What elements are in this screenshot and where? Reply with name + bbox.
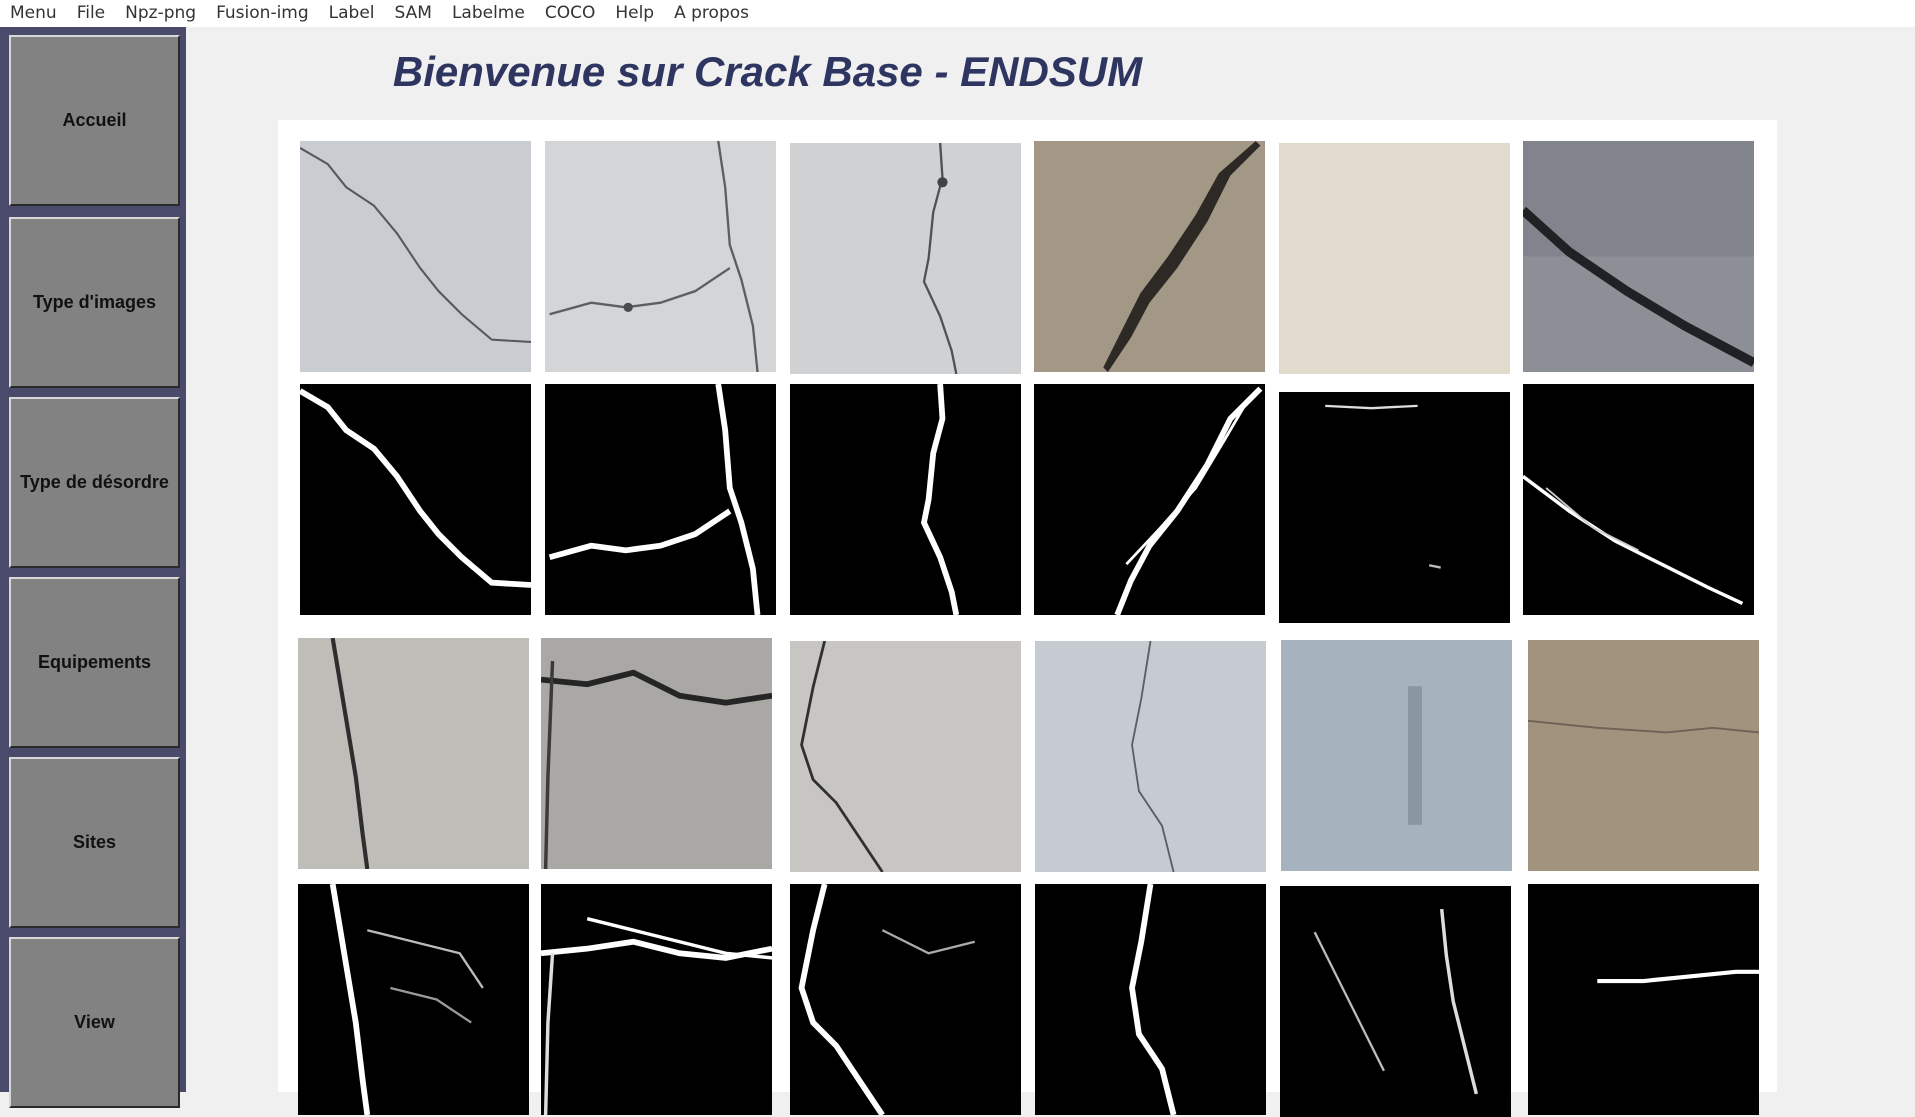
- crack-mask-7: [298, 884, 529, 1115]
- sidebar: Accueil Type d'images Type de désordre E…: [0, 27, 186, 1108]
- nav-button-type-images[interactable]: Type d'images: [9, 217, 180, 388]
- menu-item-file[interactable]: File: [67, 0, 115, 27]
- crack-photo-1: [300, 141, 531, 372]
- menu-item-coco[interactable]: COCO: [535, 0, 606, 27]
- crack-photo-6: [1523, 141, 1754, 372]
- menu-bar: Menu File Npz-png Fusion-img Label SAM L…: [0, 0, 1915, 27]
- crack-mask-12: [1528, 884, 1759, 1115]
- menu-item-npz-png[interactable]: Npz-png: [115, 0, 206, 27]
- nav-button-accueil[interactable]: Accueil: [9, 35, 180, 206]
- crack-photo-8: [541, 638, 772, 869]
- menu-item-a-propos[interactable]: A propos: [664, 0, 759, 27]
- nav-button-view[interactable]: View: [9, 937, 180, 1108]
- menu-item-label[interactable]: Label: [319, 0, 385, 27]
- crack-mask-5: [1279, 392, 1510, 623]
- crack-photo-5: [1279, 143, 1510, 374]
- nav-button-sites[interactable]: Sites: [9, 757, 180, 928]
- crack-mask-9: [790, 884, 1021, 1115]
- crack-mask-8: [541, 884, 772, 1115]
- crack-mask-6: [1523, 384, 1754, 615]
- crack-photo-7: [298, 638, 529, 869]
- crack-photo-4: [1034, 141, 1265, 372]
- crack-mask-11: [1280, 886, 1511, 1117]
- page-title-text: Bienvenue sur Crack Base - ENDSUM: [392, 48, 1143, 95]
- crack-photo-12: [1528, 640, 1759, 871]
- crack-photo-10: [1035, 641, 1266, 872]
- crack-mask-1: [300, 384, 531, 615]
- crack-mask-10: [1035, 884, 1266, 1115]
- crack-mask-2: [545, 384, 776, 615]
- menu-item-sam[interactable]: SAM: [385, 0, 442, 27]
- menu-item-fusion-img[interactable]: Fusion-img: [206, 0, 319, 27]
- crack-photo-2: [545, 141, 776, 372]
- crack-photo-3: [790, 143, 1021, 374]
- menu-item-labelme[interactable]: Labelme: [442, 0, 535, 27]
- crack-mask-3: [790, 384, 1021, 615]
- crack-photo-9: [790, 641, 1021, 872]
- page-title: Bienvenue sur Crack Base - ENDSUM: [186, 48, 1915, 96]
- crack-mask-4: [1034, 384, 1265, 615]
- nav-button-type-desordre[interactable]: Type de désordre: [9, 397, 180, 568]
- nav-button-equipements[interactable]: Equipements: [9, 577, 180, 748]
- crack-image-grid: [278, 120, 1777, 1117]
- menu-item-menu[interactable]: Menu: [0, 0, 67, 27]
- crack-photo-11: [1281, 640, 1512, 871]
- menu-item-help[interactable]: Help: [605, 0, 664, 27]
